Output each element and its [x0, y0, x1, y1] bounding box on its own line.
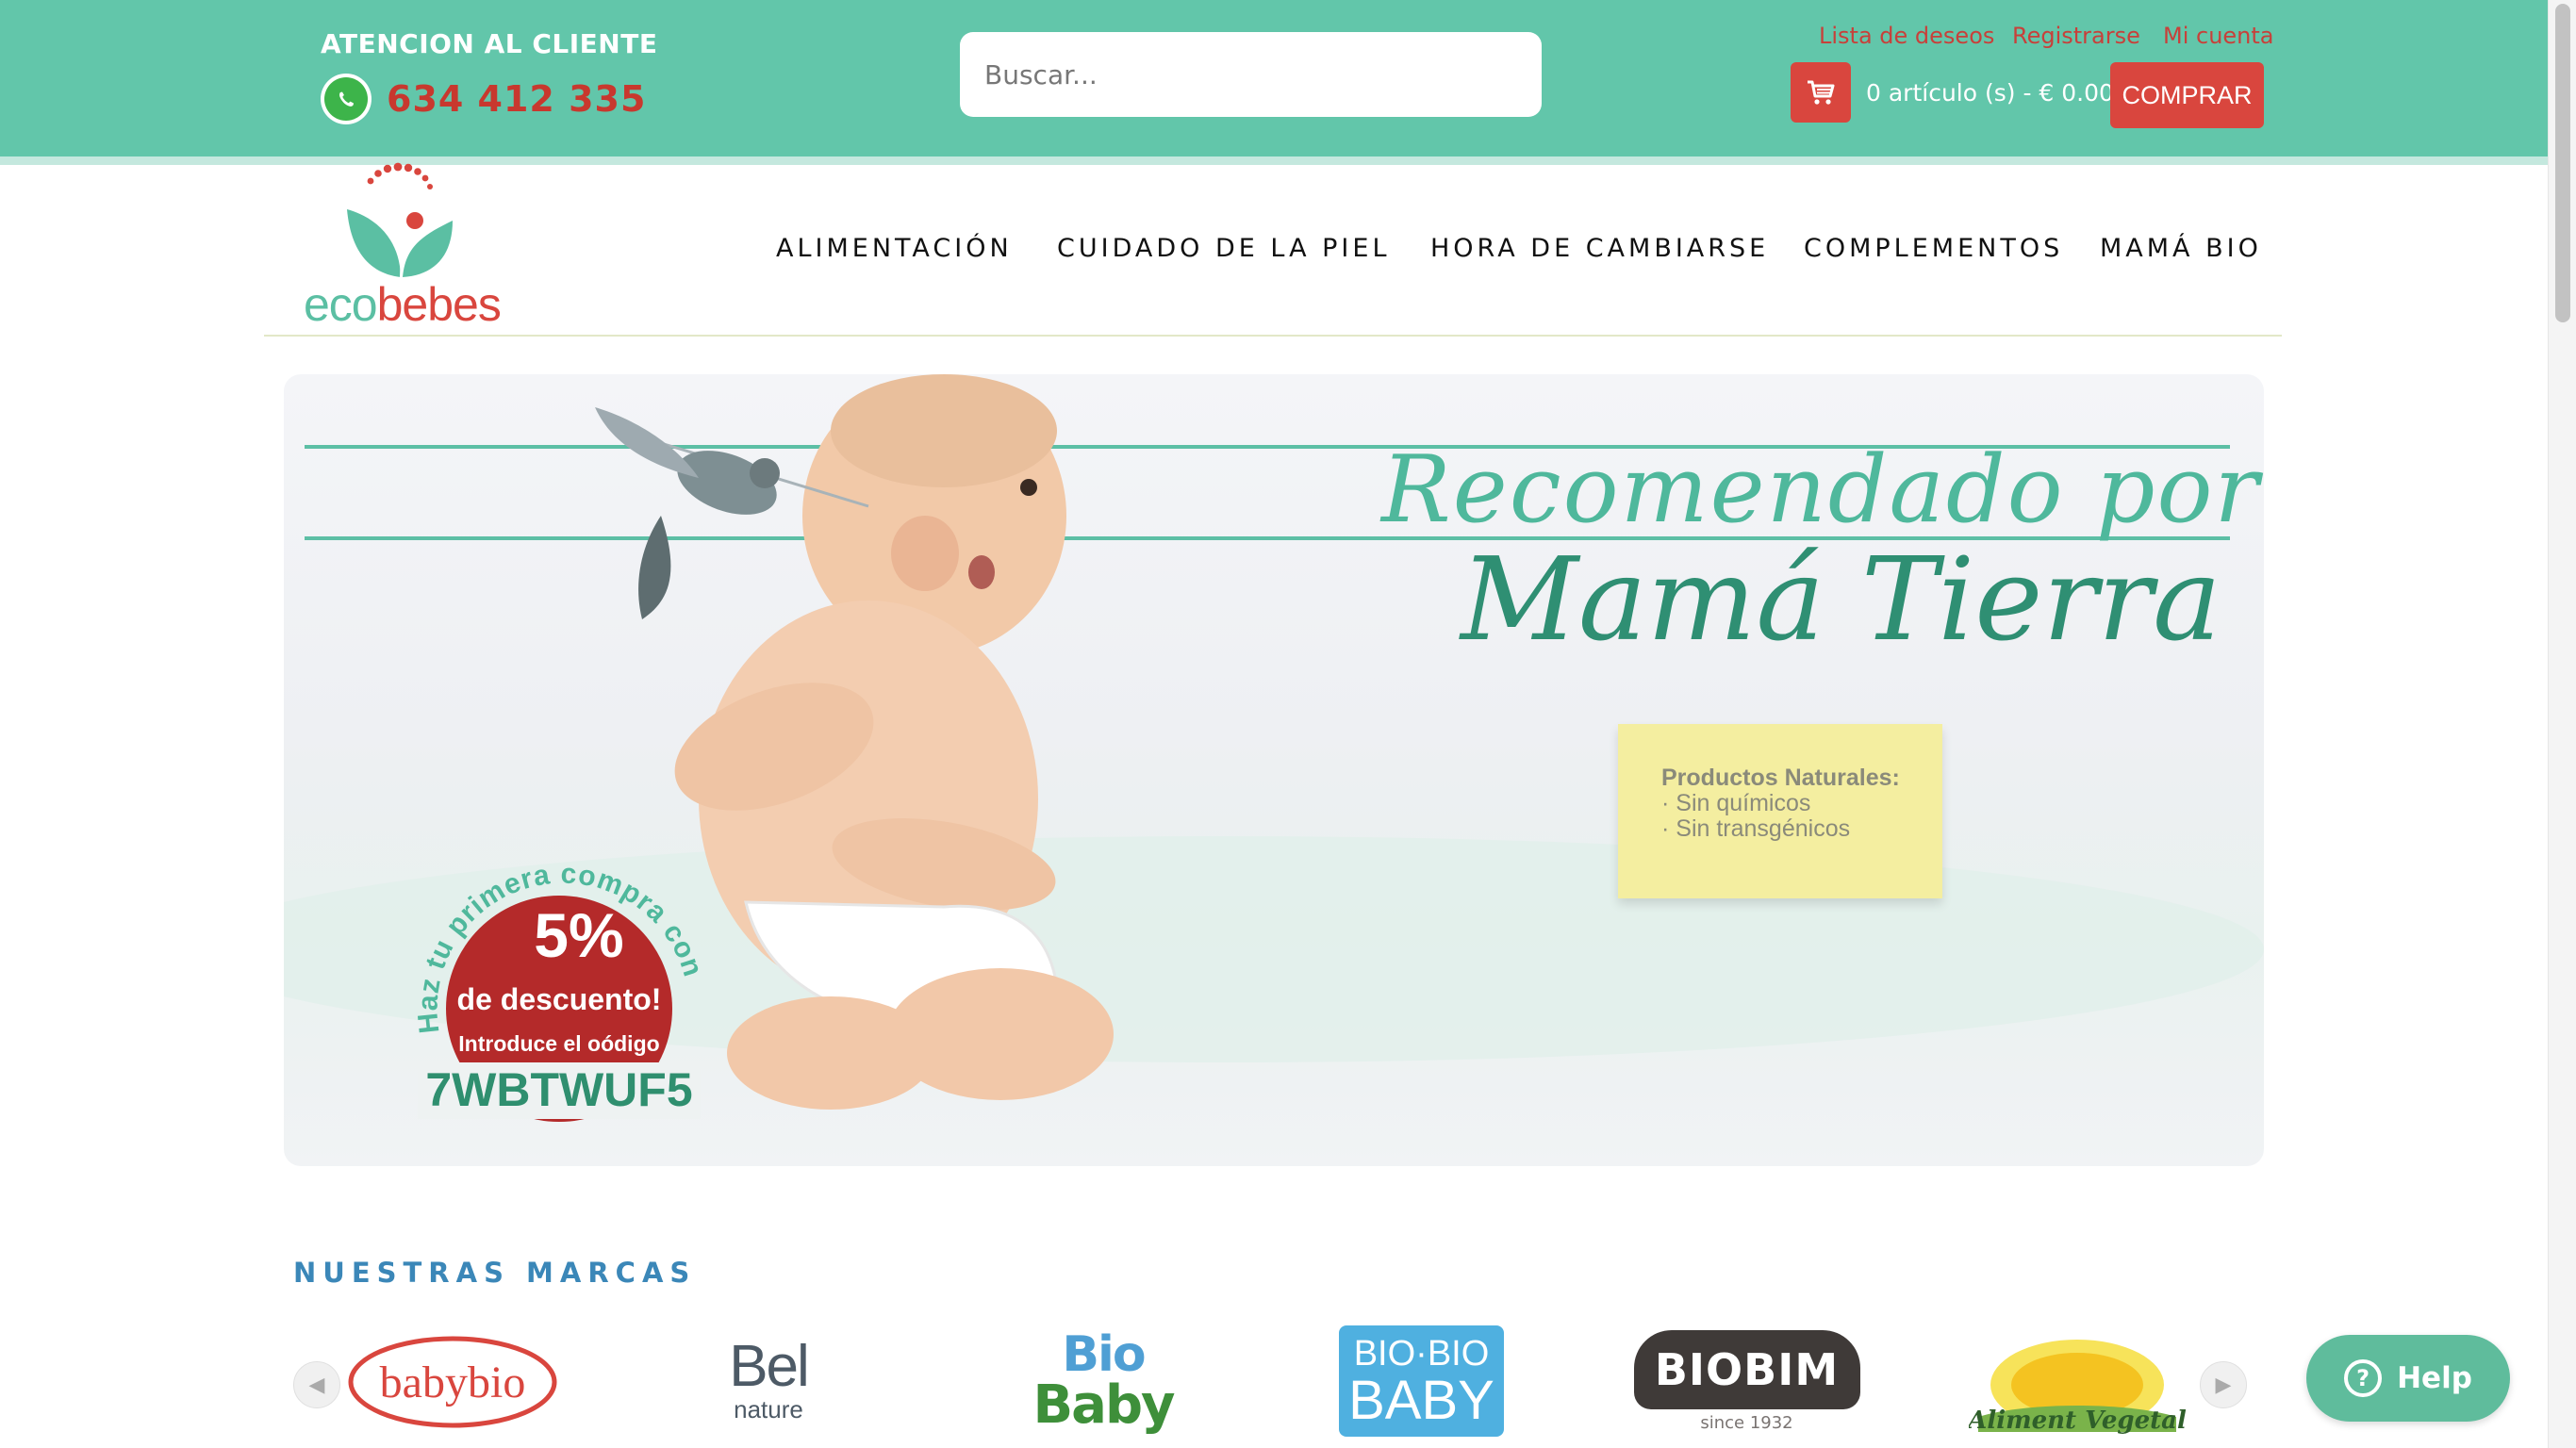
brand-aliment-vegetal[interactable]: Aliment Vegetal — [1966, 1320, 2188, 1442]
nav-alimentacion[interactable]: ALIMENTACIÓN — [776, 234, 1013, 263]
brand-bio-text: Bio — [1062, 1326, 1146, 1383]
hero-banner[interactable]: Recomendado por Mamá Tierra Productos Na… — [284, 374, 2264, 1166]
brand-babybio[interactable]: babybio — [330, 1320, 575, 1442]
cart-icon — [1808, 80, 1835, 105]
brand-baby-text: Baby — [1032, 1374, 1175, 1436]
search-input[interactable] — [960, 32, 1542, 117]
my-account-link[interactable]: Mi cuenta — [2163, 23, 2274, 49]
hero-headline-line2: Mamá Tierra — [1461, 533, 2221, 666]
promo-discount-badge: Haz tu primera compra con un 5% de descu… — [404, 844, 715, 1127]
cart-button[interactable] — [1791, 62, 1851, 123]
brand-aliment-vegetal-text: Aliment Vegetal — [1969, 1407, 2186, 1435]
top-header-bar: ATENCION AL CLIENTE 634 412 335 Lista de… — [0, 0, 2548, 156]
scrollbar-thumb[interactable] — [2555, 4, 2570, 322]
nav-complementos[interactable]: COMPLEMENTOS — [1804, 234, 2063, 263]
wishlist-link[interactable]: Lista de deseos — [1819, 23, 1994, 49]
brand-baby2-text: BABY — [1348, 1370, 1494, 1431]
nav-cuidado-de-la-piel[interactable]: CUIDADO DE LA PIEL — [1057, 234, 1390, 263]
nav-mama-bio[interactable]: MAMÁ BIO — [2100, 234, 2262, 263]
brand-biobim-since: since 1932 — [1700, 1412, 1793, 1433]
brand-bel-nature[interactable]: Bel nature — [660, 1320, 877, 1442]
whatsapp-icon — [321, 74, 372, 124]
note-item-no-gmo: · Sin transgénicos — [1661, 815, 1851, 842]
logo-eco-text: eco — [304, 278, 378, 331]
brand-bel-text: Bel — [729, 1333, 810, 1399]
help-label: Help — [2397, 1361, 2472, 1395]
brand-bio-bio-baby[interactable]: BIO·BIO BABY — [1339, 1320, 1504, 1442]
hero-headline-line1: Recomendado por — [1381, 436, 2261, 544]
chevron-left-icon: ◀ — [308, 1373, 325, 1397]
help-button[interactable]: ? Help — [2306, 1335, 2510, 1422]
promo-discount-text: de descuento! — [457, 982, 662, 1016]
cart-summary[interactable]: 0 artículo (s) - € 0.00 — [1866, 79, 2114, 107]
ecobebes-logo[interactable]: ecobebes — [304, 162, 520, 331]
brand-nature-text: nature — [734, 1394, 803, 1423]
nav-divider — [264, 335, 2282, 337]
vertical-scrollbar[interactable] — [2548, 0, 2576, 1448]
register-link[interactable]: Registrarse — [2012, 23, 2140, 49]
logo-mark — [347, 162, 453, 278]
brand-babybio-text: babybio — [380, 1358, 526, 1407]
brand-bio-bio-text: BIO·BIO — [1353, 1334, 1490, 1374]
promo-percent: 5% — [534, 900, 623, 970]
logo-bebes-text: bebes — [376, 278, 502, 331]
customer-service-label: ATENCION AL CLIENTE — [321, 28, 658, 59]
phone-number[interactable]: 634 412 335 — [387, 78, 646, 120]
chevron-right-icon: ▶ — [2215, 1373, 2232, 1397]
brand-biobim[interactable]: BIOBIM since 1932 — [1631, 1320, 1862, 1442]
nav-hora-de-cambiarse[interactable]: HORA DE CAMBIARSE — [1430, 234, 1769, 263]
brands-section-title: NUESTRAS MARCAS — [293, 1257, 697, 1289]
question-icon: ? — [2344, 1359, 2383, 1397]
brand-biobim-text: BIOBIM — [1633, 1329, 1860, 1409]
features-sticky-note: Productos Naturales: · Sin químicos · Si… — [1618, 724, 1942, 898]
carousel-next-button[interactable]: ▶ — [2200, 1361, 2247, 1408]
note-item-no-chemicals: · Sin químicos — [1661, 790, 1811, 816]
buy-button[interactable]: COMPRAR — [2110, 62, 2264, 128]
promo-code: 7WBTWUF5 — [425, 1063, 692, 1116]
promo-instruction: Introduce el oódigo — [458, 1031, 659, 1056]
logo-wordmark: ecobebes — [304, 277, 502, 332]
phone-row: 634 412 335 — [321, 74, 646, 124]
brand-bio-baby[interactable]: Bio Baby — [985, 1320, 1221, 1442]
note-title: Productos Naturales: — [1661, 765, 1900, 791]
